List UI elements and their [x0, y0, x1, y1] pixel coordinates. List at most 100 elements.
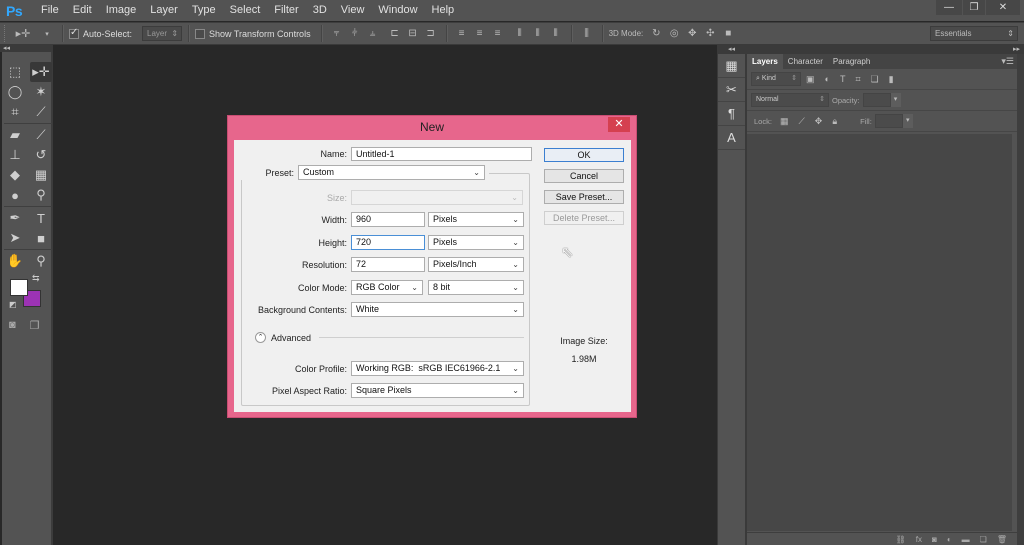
3d-slide-icon[interactable]: ✣ [705, 28, 715, 39]
blur-tool-icon[interactable]: ● [4, 185, 26, 205]
filter-toggle-icon[interactable]: ▮ [889, 74, 894, 85]
3d-rotate-icon[interactable]: ↻ [651, 28, 661, 39]
menu-layer[interactable]: Layer [143, 0, 185, 21]
panel-scrollbar[interactable] [1017, 54, 1024, 545]
auto-align-icon[interactable]: ⫼ [582, 28, 592, 39]
distribute-left-icon[interactable]: ⫴ [515, 28, 525, 39]
new-layer-icon[interactable]: ❏ [980, 535, 987, 544]
align-hcenter-icon[interactable]: ⊟ [408, 28, 418, 39]
adjustment-layer-icon[interactable]: ◐ [947, 535, 952, 544]
lock-pixels-icon[interactable]: ⟋ [798, 116, 804, 127]
restore-button[interactable]: ❐ [963, 0, 985, 15]
lock-all-icon[interactable]: 🔒︎ [832, 116, 837, 127]
dodge-tool-icon[interactable]: ⚲ [30, 185, 52, 205]
align-bottom-icon[interactable]: ⫨ [368, 28, 378, 39]
menu-edit[interactable]: Edit [66, 0, 99, 21]
distribute-bottom-icon[interactable]: ≡ [493, 28, 503, 39]
workspace-select[interactable]: Essentials ⇕ [930, 26, 1018, 41]
color-mode-select[interactable]: RGB Color ⌄ [351, 280, 423, 295]
align-left-icon[interactable]: ⊏ [390, 28, 400, 39]
3d-scale-icon[interactable]: ■ [723, 28, 733, 39]
brush-tool-icon[interactable]: ⟋ [30, 125, 52, 145]
3d-roll-icon[interactable]: ◎ [669, 28, 679, 39]
options-bar-grip[interactable] [4, 25, 8, 42]
menu-type[interactable]: Type [185, 0, 223, 21]
distribute-vcenter-icon[interactable]: ≡ [475, 28, 485, 39]
filter-kind-select[interactable]: ⌕ Kind ⇕ [751, 72, 801, 86]
swap-colors-icon[interactable]: ⇆ [32, 273, 40, 284]
menu-window[interactable]: Window [371, 0, 424, 21]
chevron-down-icon[interactable]: ▾ [42, 30, 52, 38]
healing-brush-tool-icon[interactable]: ▰ [4, 125, 26, 145]
align-vcenter-icon[interactable]: ⫩ [350, 28, 360, 39]
height-input[interactable]: 720 [351, 235, 425, 250]
align-right-icon[interactable]: ⊐ [426, 28, 436, 39]
dialog-title-bar[interactable]: New ✕ [228, 116, 636, 138]
save-preset-button[interactable]: Save Preset... [544, 190, 624, 204]
pixel-aspect-ratio-select[interactable]: Square Pixels ⌄ [351, 383, 524, 398]
opacity-dropdown[interactable]: ▾ [890, 93, 901, 107]
minimize-button[interactable]: — [936, 0, 962, 15]
paragraph-styles-icon[interactable]: ¶ [718, 102, 745, 126]
tools-properties-icon[interactable]: ✂ [718, 78, 745, 102]
default-colors-icon[interactable]: ◩ [9, 300, 17, 309]
resolution-unit-select[interactable]: Pixels/Inch ⌄ [428, 257, 524, 272]
filter-type-icon[interactable]: T [840, 74, 846, 84]
background-contents-select[interactable]: White ⌄ [351, 302, 524, 317]
opacity-input[interactable] [862, 93, 891, 107]
collapse-dock-button[interactable]: ◂◂ [718, 45, 745, 54]
pen-tool-icon[interactable]: ✒ [4, 208, 26, 228]
tab-character[interactable]: Character [783, 54, 828, 69]
close-window-button[interactable]: ✕ [986, 0, 1020, 15]
hand-tool-icon[interactable]: ✋ [4, 251, 26, 271]
cancel-button[interactable]: Cancel [544, 169, 624, 183]
collapse-toolbar-button[interactable]: ◂◂ [0, 45, 53, 52]
link-layers-icon[interactable]: ⛓ [896, 535, 906, 544]
name-input[interactable]: Untitled-1 [351, 147, 532, 161]
bit-depth-select[interactable]: 8 bit ⌄ [428, 280, 524, 295]
lasso-tool-icon[interactable]: ◯ [4, 82, 26, 102]
menu-file[interactable]: File [34, 0, 66, 21]
distribute-right-icon[interactable]: ⫴ [551, 28, 561, 39]
lock-transparent-icon[interactable]: ▦ [780, 116, 789, 127]
rectangle-tool-icon[interactable]: ■ [30, 228, 52, 248]
character-styles-icon[interactable]: A [718, 126, 745, 150]
dialog-close-button[interactable]: ✕ [608, 117, 630, 132]
move-tool-icon[interactable]: ▸✛ [30, 62, 52, 82]
width-input[interactable]: 960 [351, 212, 425, 227]
fill-input[interactable] [874, 114, 903, 128]
distribute-top-icon[interactable]: ≡ [457, 28, 467, 39]
filter-shape-icon[interactable]: ⌗ [855, 74, 860, 85]
menu-help[interactable]: Help [425, 0, 462, 21]
menu-view[interactable]: View [334, 0, 372, 21]
fill-dropdown[interactable]: ▾ [902, 114, 913, 128]
move-tool-preset-icon[interactable]: ▸✛ [12, 27, 34, 40]
path-selection-tool-icon[interactable]: ➤ [4, 228, 26, 248]
new-group-icon[interactable]: ▬ [962, 535, 970, 544]
tab-paragraph[interactable]: Paragraph [828, 54, 875, 69]
filter-smart-object-icon[interactable]: ❏ [871, 74, 879, 85]
blend-mode-select[interactable]: Normal ⇕ [751, 93, 829, 107]
menu-filter[interactable]: Filter [267, 0, 305, 21]
menu-select[interactable]: Select [223, 0, 268, 21]
3d-panel-icon[interactable]: ▦ [718, 54, 745, 78]
zoom-tool-icon[interactable]: ⚲ [30, 251, 52, 271]
preset-select[interactable]: Custom ⌄ [298, 165, 485, 180]
add-mask-icon[interactable]: ◙ [932, 535, 937, 544]
auto-select-checkbox[interactable] [69, 27, 79, 39]
panel-menu-icon[interactable]: ▾☰ [1001, 54, 1014, 69]
eraser-tool-icon[interactable]: ◆ [4, 165, 26, 185]
delete-layer-icon[interactable]: 🗑︎ [997, 535, 1007, 544]
menu-3d[interactable]: 3D [306, 0, 334, 21]
advanced-toggle-button[interactable]: ⌃ [255, 332, 266, 343]
lock-position-icon[interactable]: ✥ [815, 116, 823, 127]
align-top-icon[interactable]: ⫧ [332, 28, 342, 39]
auto-select-target-select[interactable]: Layer ⇕ [142, 26, 183, 41]
fx-icon[interactable]: fx [916, 535, 922, 544]
type-tool-icon[interactable]: T [30, 208, 52, 228]
width-unit-select[interactable]: Pixels ⌄ [428, 212, 524, 227]
clone-stamp-tool-icon[interactable]: ⊥ [4, 145, 26, 165]
3d-pan-icon[interactable]: ✥ [687, 28, 697, 39]
gradient-tool-icon[interactable]: ▦ [30, 165, 52, 185]
filter-adjustment-icon[interactable]: ◐ [825, 74, 830, 84]
